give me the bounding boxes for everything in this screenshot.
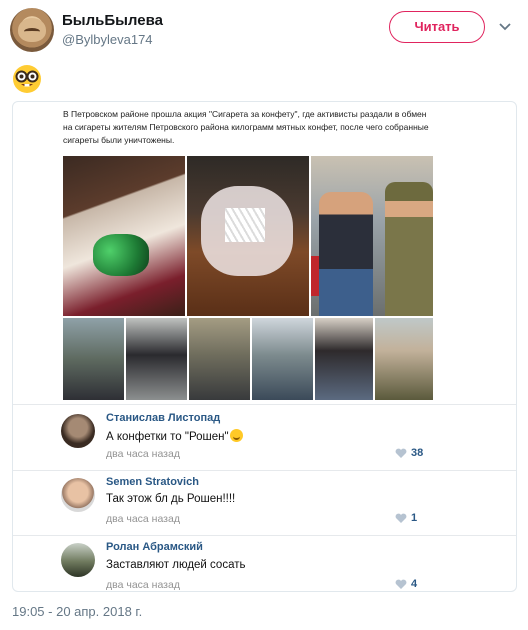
- comment-time[interactable]: два часа назад: [106, 448, 180, 460]
- like-count: 38: [411, 447, 424, 459]
- comment-item: Ролан Абрамский Заставляют людей сосать …: [13, 535, 516, 591]
- tweet-timestamp[interactable]: 19:05 - 20 апр. 2018 г.: [12, 604, 142, 619]
- display-name[interactable]: БыльБылева: [62, 12, 163, 29]
- commenter-name[interactable]: Станислав Листопад: [106, 412, 220, 424]
- post-text: В Петровском районе прошла акция "Сигаре…: [63, 109, 429, 145]
- follow-button[interactable]: Читать: [389, 11, 485, 43]
- tweet-header: БыльБылева @Bylbyleva174 Читать: [10, 8, 520, 56]
- heart-icon[interactable]: [395, 579, 407, 590]
- comment-item: Станислав Листопад А конфетки то "Рошен"…: [13, 408, 516, 474]
- smile-emoji-icon: [229, 429, 243, 442]
- chevron-down-icon[interactable]: [498, 20, 512, 34]
- user-handle[interactable]: @Bylbyleva174: [62, 32, 153, 47]
- commenter-name[interactable]: Ролан Абрамский: [106, 541, 203, 553]
- thumbnail-photo: [252, 318, 313, 400]
- comment-text: А конфетки то "Рошен": [106, 429, 243, 443]
- thumbnail-photo: [375, 318, 433, 400]
- commenter-name[interactable]: Semen Stratovich: [106, 476, 199, 488]
- like-count: 4: [411, 578, 418, 590]
- user-avatar[interactable]: [10, 8, 54, 52]
- divider: [13, 404, 516, 405]
- commenter-avatar[interactable]: [61, 478, 95, 512]
- comment-text: Заставляют людей сосать: [106, 559, 246, 571]
- comment-time[interactable]: два часа назад: [106, 513, 180, 525]
- heart-icon[interactable]: [395, 513, 407, 524]
- nerd-face-icon: [13, 65, 41, 93]
- photo-candies: [63, 156, 185, 316]
- thumbnail-photo: [189, 318, 250, 400]
- like-count: 1: [411, 512, 418, 524]
- thumbnail-photo: [126, 318, 187, 400]
- commenter-avatar[interactable]: [61, 543, 95, 577]
- comment-item: Semen Stratovich Так этож бл дь Рошен!!!…: [13, 470, 516, 536]
- thumbnail-photo: [63, 318, 124, 400]
- embedded-image[interactable]: В Петровском районе прошла акция "Сигаре…: [12, 101, 517, 592]
- comment-time[interactable]: два часа назад: [106, 579, 180, 591]
- comment-text: Так этож бл дь Рошен!!!!: [106, 493, 236, 505]
- heart-icon[interactable]: [395, 448, 407, 459]
- commenter-avatar[interactable]: [61, 414, 95, 448]
- thumbnail-photo: [315, 318, 373, 400]
- photo-activists: [311, 156, 433, 316]
- photo-cigarettes-bag: [187, 156, 309, 316]
